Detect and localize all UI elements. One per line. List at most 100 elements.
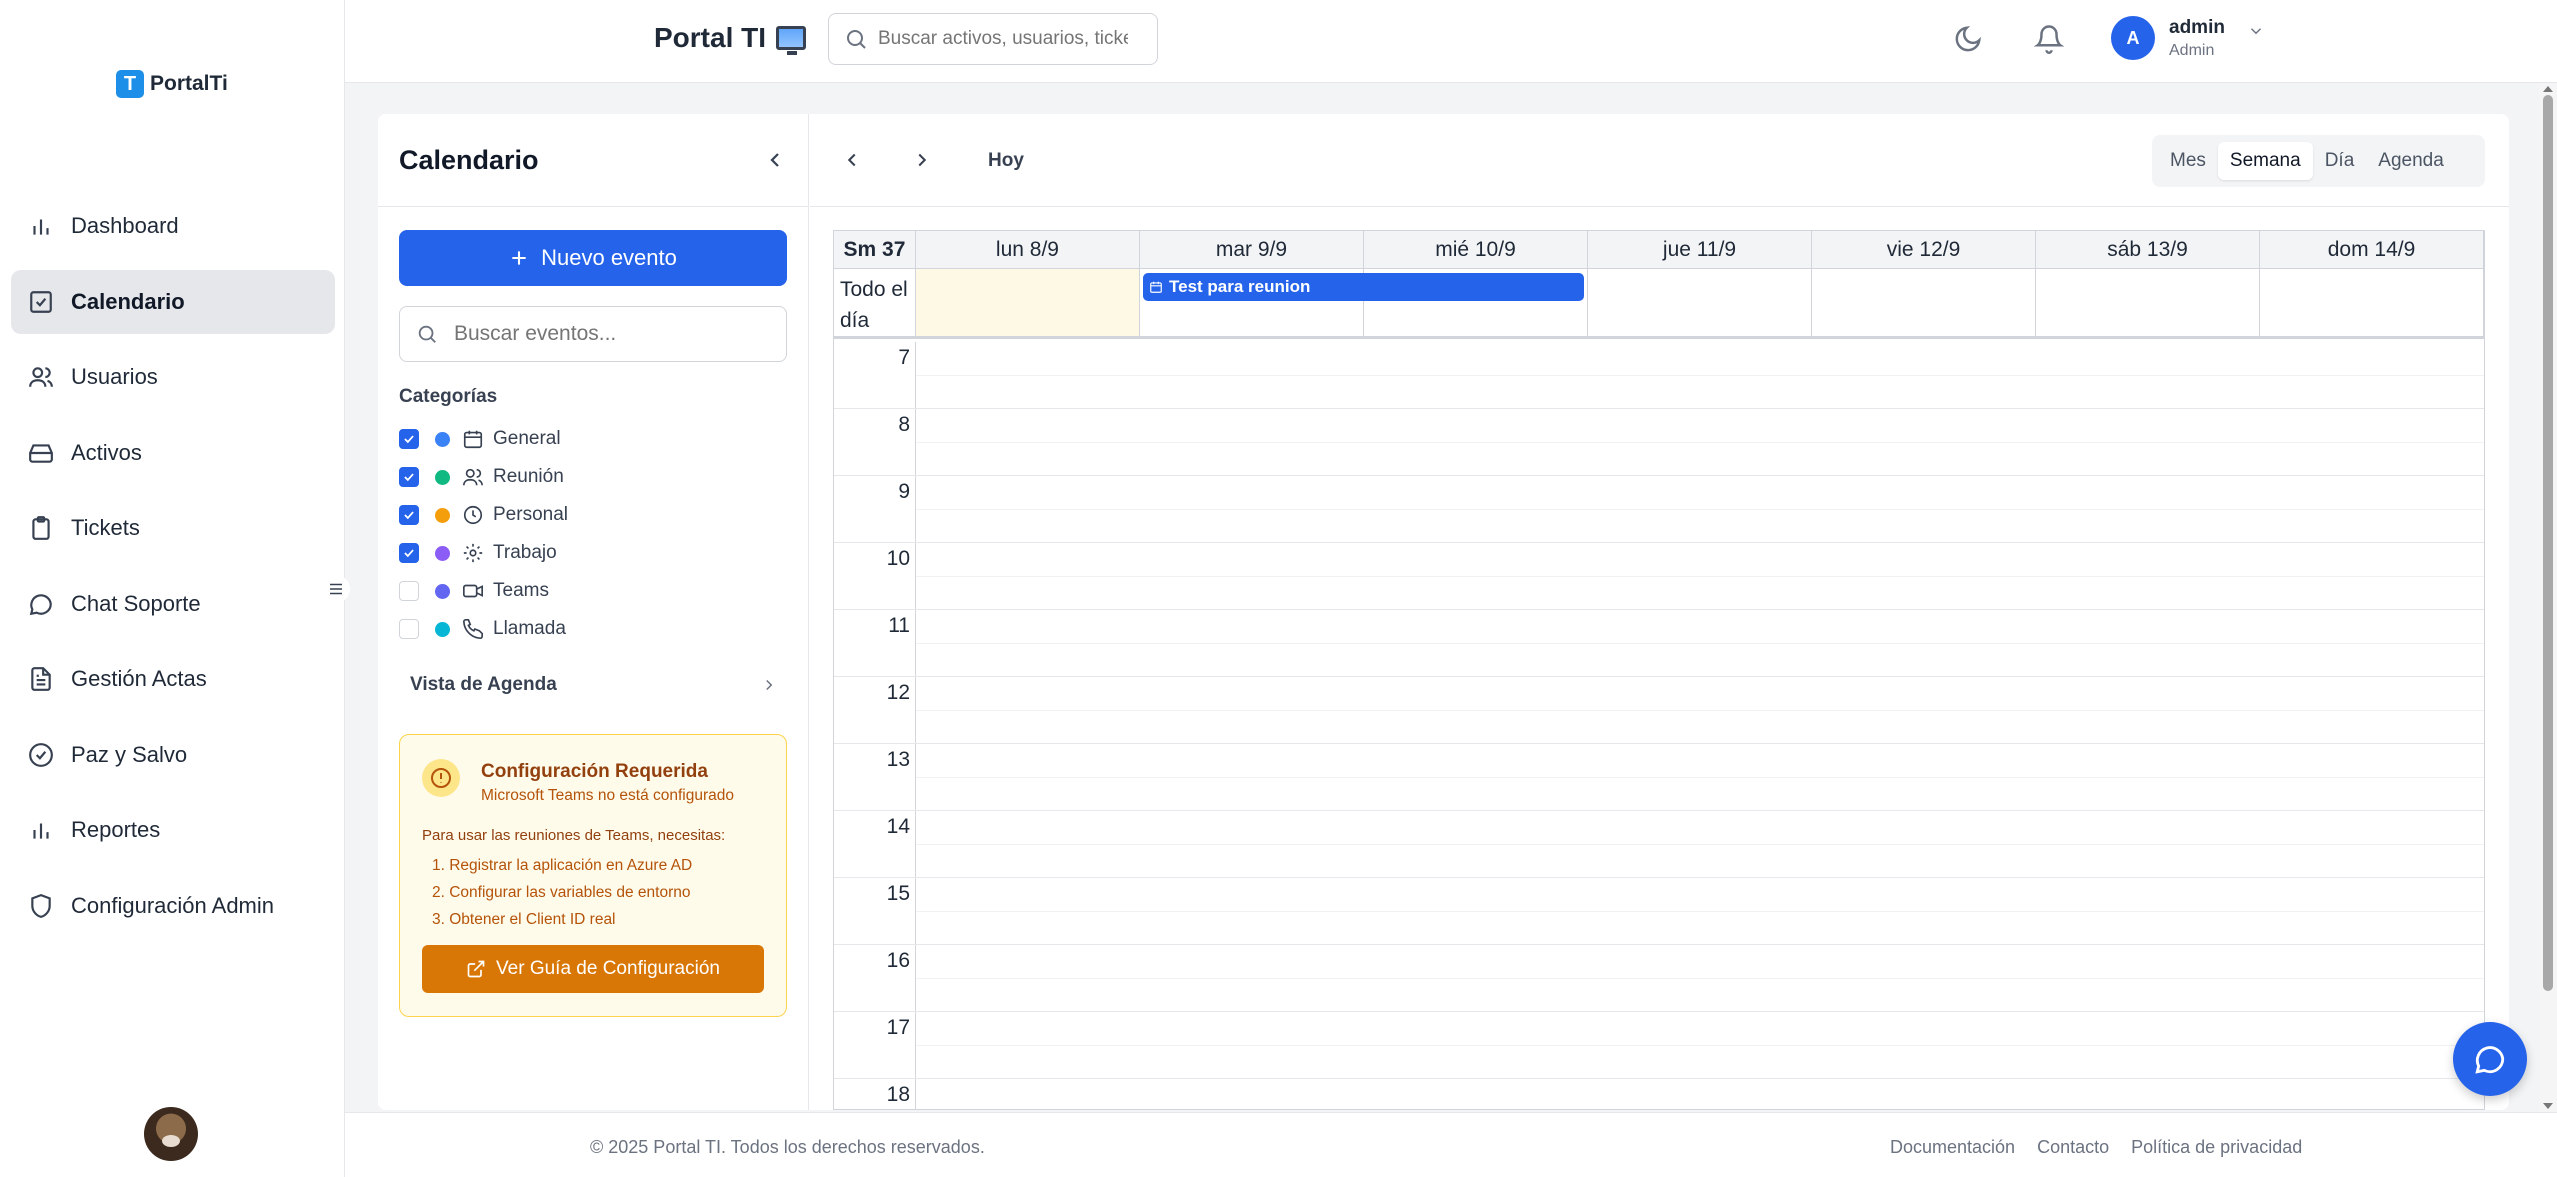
category-teams[interactable]: Teams <box>399 572 568 610</box>
week-header: Sm 37 lun 8/9 mar 9/9 mié 10/9 jue 11/9 … <box>834 231 2484 269</box>
search-input[interactable] <box>878 28 1128 50</box>
category-checkbox[interactable] <box>399 543 419 563</box>
sidebar-item-configuracion-admin[interactable]: Configuración Admin <box>11 874 335 938</box>
search-icon <box>418 325 436 343</box>
scroll-up-arrow[interactable] <box>2543 86 2553 92</box>
all-day-cell[interactable] <box>2260 269 2484 336</box>
portal-title: Portal TI <box>654 22 807 55</box>
chevron-left-icon[interactable] <box>763 148 787 172</box>
view-agenda[interactable]: Agenda <box>2366 142 2456 180</box>
page-scrollbar[interactable] <box>2539 83 2557 1112</box>
sidebar-item-paz-y-salvo[interactable]: Paz y Salvo <box>11 723 335 787</box>
hour-slot[interactable] <box>916 744 2484 810</box>
hour-slot[interactable] <box>916 878 2484 944</box>
global-search[interactable] <box>828 13 1158 65</box>
view-mes[interactable]: Mes <box>2158 142 2218 180</box>
today-button[interactable]: Hoy <box>988 150 1024 172</box>
hour-slot[interactable] <box>916 811 2484 877</box>
day-header[interactable]: vie 12/9 <box>1812 231 2037 268</box>
sidebar-item-reportes[interactable]: Reportes <box>11 798 335 862</box>
sidebar-item-usuarios[interactable]: Usuarios <box>11 345 335 409</box>
hour-row: 13 <box>834 744 2484 811</box>
category-list: General Reunión Personal Trabajo Teams L… <box>399 420 568 648</box>
sidebar-item-calendario[interactable]: Calendario <box>11 269 335 334</box>
next-button[interactable] <box>904 142 940 178</box>
hour-slot[interactable] <box>916 543 2484 609</box>
user-avatar-image[interactable] <box>144 1107 198 1161</box>
hour-slot[interactable] <box>916 945 2484 1011</box>
hour-row: 10 <box>834 543 2484 610</box>
category-checkbox[interactable] <box>399 505 419 525</box>
all-day-cell[interactable] <box>915 269 1140 336</box>
sidebar-item-label: Reportes <box>71 817 161 842</box>
footer-link-contact[interactable]: Contacto <box>2037 1137 2109 1158</box>
all-day-cell[interactable] <box>1812 269 2037 336</box>
portal-title-text: Portal TI <box>654 22 767 53</box>
app-logo[interactable]: T PortalTi <box>116 70 228 98</box>
config-guide-button[interactable]: Ver Guía de Configuración <box>422 945 764 993</box>
sidebar-item-chat-soporte[interactable]: Chat Soporte <box>11 572 335 636</box>
theme-toggle-button[interactable] <box>1951 22 1985 56</box>
notifications-button[interactable] <box>2032 22 2066 56</box>
view-semana[interactable]: Semana <box>2217 142 2313 180</box>
hour-slot[interactable] <box>916 610 2484 676</box>
agenda-view-link[interactable]: Vista de Agenda <box>410 674 778 696</box>
category-label: General <box>493 428 561 449</box>
hour-slot[interactable] <box>916 476 2484 542</box>
event-search[interactable] <box>399 306 787 362</box>
day-header[interactable]: mié 10/9 <box>1364 231 1588 268</box>
scrollbar-thumb[interactable] <box>2543 95 2553 991</box>
hour-slot[interactable] <box>916 677 2484 743</box>
scroll-down-arrow[interactable] <box>2543 1103 2553 1109</box>
category-llamada[interactable]: Llamada <box>399 610 568 648</box>
sidebar-item-activos[interactable]: Activos <box>11 421 335 485</box>
hour-label: 14 <box>834 811 916 877</box>
category-general[interactable]: General <box>399 420 568 458</box>
category-checkbox[interactable] <box>399 581 419 601</box>
view-dia[interactable]: Día <box>2313 142 2367 180</box>
category-trabajo[interactable]: Trabajo <box>399 534 568 572</box>
category-checkbox[interactable] <box>399 619 419 639</box>
hour-label: 18 <box>834 1079 916 1109</box>
day-header[interactable]: mar 9/9 <box>1140 231 1364 268</box>
hour-slot[interactable] <box>916 409 2484 475</box>
hard-drive-icon <box>29 443 53 463</box>
hour-label: 16 <box>834 945 916 1011</box>
hour-slot[interactable] <box>916 1079 2484 1109</box>
category-checkbox[interactable] <box>399 429 419 449</box>
category-reunion[interactable]: Reunión <box>399 458 568 496</box>
user-menu[interactable]: A admin Admin <box>2111 16 2265 60</box>
check-icon <box>404 435 414 444</box>
calendar-event[interactable]: Test para reunion <box>1143 273 1584 301</box>
sidebar-item-gestion-actas[interactable]: Gestión Actas <box>11 647 335 711</box>
new-event-label: Nuevo evento <box>541 245 677 270</box>
category-checkbox[interactable] <box>399 467 419 487</box>
view-switcher: Mes Semana Día Agenda <box>2152 135 2485 187</box>
footer-link-docs[interactable]: Documentación <box>1890 1137 2015 1158</box>
user-role: Admin <box>2169 41 2215 59</box>
chevron-left-icon <box>847 153 856 167</box>
event-search-input[interactable] <box>454 322 754 346</box>
sidebar-item-label: Chat Soporte <box>71 590 201 616</box>
hour-rows: 7 8 9 10 11 12 13 14 15 16 17 18 <box>834 342 2484 1109</box>
hour-slot[interactable] <box>916 342 2484 408</box>
prev-button[interactable] <box>834 142 870 178</box>
monitor-icon <box>776 26 807 55</box>
new-event-button[interactable]: Nuevo evento <box>399 230 787 286</box>
category-personal[interactable]: Personal <box>399 496 568 534</box>
day-header[interactable]: jue 11/9 <box>1588 231 1812 268</box>
sidebar-item-tickets[interactable]: Tickets <box>11 496 335 560</box>
hour-row: 14 <box>834 811 2484 878</box>
day-header[interactable]: dom 14/9 <box>2260 231 2484 268</box>
all-day-cell[interactable] <box>1588 269 1812 336</box>
hour-slot[interactable] <box>916 1012 2484 1078</box>
day-header[interactable]: lun 8/9 <box>916 231 1140 268</box>
chat-support-button[interactable] <box>2453 1022 2527 1096</box>
sidebar-item-dashboard[interactable]: Dashboard <box>11 194 335 258</box>
all-day-cell[interactable] <box>2036 269 2261 336</box>
footer-link-privacy[interactable]: Política de privacidad <box>2131 1137 2302 1158</box>
chevron-right-icon <box>766 679 773 691</box>
sidebar-toggle-button[interactable] <box>322 575 350 603</box>
day-header[interactable]: sáb 13/9 <box>2036 231 2261 268</box>
hour-row: 18 <box>834 1079 2484 1109</box>
